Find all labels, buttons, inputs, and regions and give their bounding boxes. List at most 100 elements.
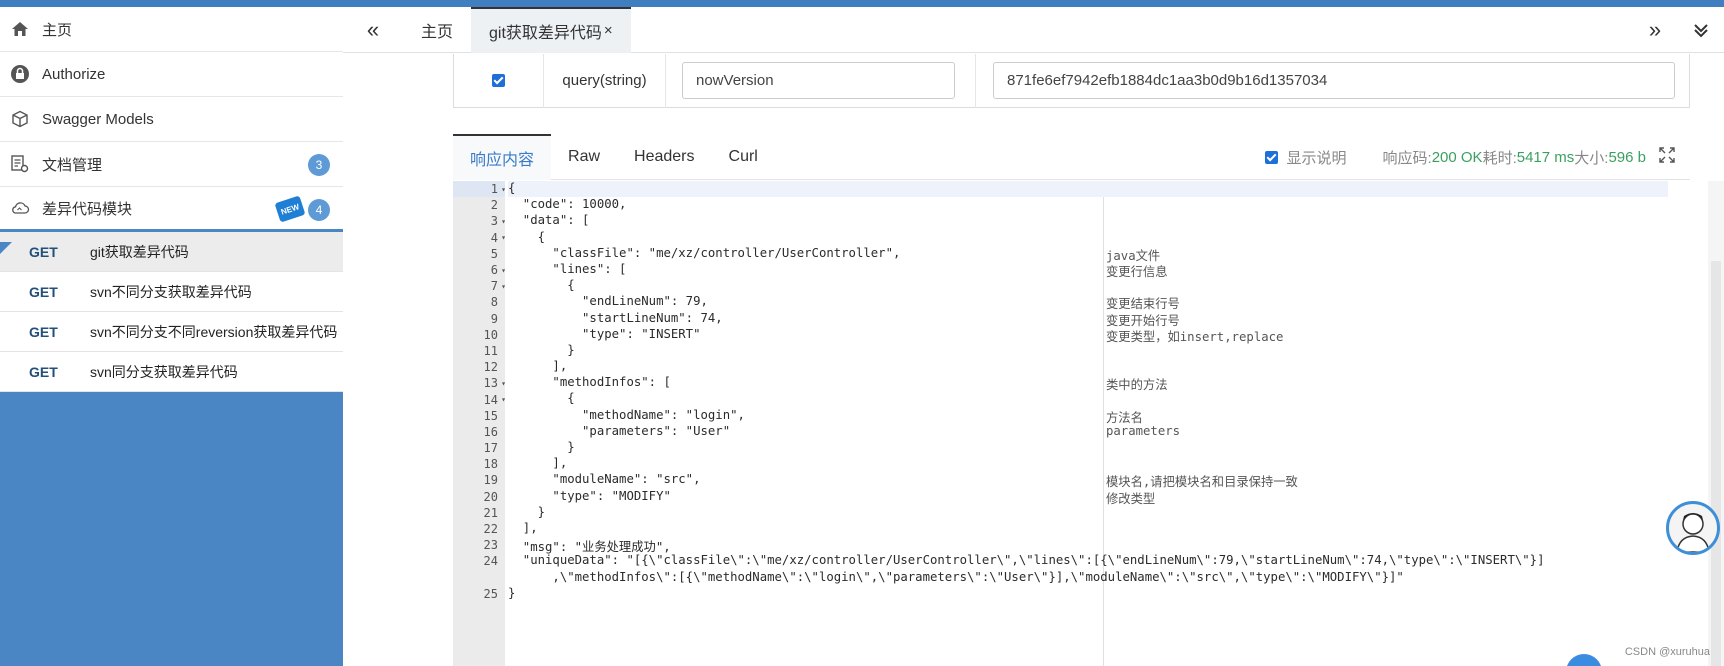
editor-scrollbar[interactable] <box>1708 181 1724 666</box>
line-number-gutter: 1234567891011121314151617181920212223242… <box>453 181 506 666</box>
response-info: 显示说明 响应码: 200 OK 耗时: 5417 ms 大小: 596 b <box>1264 134 1677 180</box>
code-line: "code": 10000, <box>508 197 1668 213</box>
tab-curl[interactable]: Curl <box>712 134 775 180</box>
endpoint-path: svn不同分支获取差异代码 <box>90 283 252 300</box>
code-text: } <box>508 504 546 519</box>
double-chevron-down-icon <box>1694 24 1708 38</box>
count-badge: 3 <box>308 154 330 176</box>
param-value-cell: 871fe6ef7942efb1884dc1aa3b0d9b16d1357034 <box>976 54 1689 108</box>
status-code-value: 200 OK <box>1431 148 1483 166</box>
code-line: "parameters": "User" parameters <box>508 424 1668 440</box>
code-line: "methodName": "login", 方法名 <box>508 407 1668 425</box>
tab-scroll-left-button[interactable]: « <box>343 7 403 53</box>
line-number: 20 <box>483 489 498 504</box>
tab-label: git获取差异代码 <box>489 24 602 42</box>
code-text: ], <box>508 520 538 535</box>
watermark: CSDN @xuruhua <box>1624 646 1710 658</box>
line-number: 19 <box>483 473 498 488</box>
scrollbar-thumb[interactable] <box>1711 261 1721 666</box>
line-number: 10 <box>483 327 498 342</box>
line-number: 25 <box>483 586 498 601</box>
endpoint-path: git获取差异代码 <box>90 243 189 260</box>
code-text: "parameters": "User" <box>508 423 731 438</box>
code-line: { <box>508 181 1668 198</box>
response-code-editor[interactable]: 1234567891011121314151617181920212223242… <box>453 181 1690 666</box>
code-text: "moduleName": "src", <box>508 472 701 487</box>
tab-scroll-right-button[interactable]: » <box>1632 7 1678 53</box>
endpoint-item-svn-reversion[interactable]: GET svn不同分支不同reversion获取差异代码 <box>0 312 343 352</box>
sidebar-item-diff-module[interactable]: 差异代码模块 NEW 4 <box>0 187 343 232</box>
sidebar-item-home[interactable]: 主页 <box>0 7 343 52</box>
tab-headers[interactable]: Headers <box>617 134 711 180</box>
param-value-input[interactable]: 871fe6ef7942efb1884dc1aa3b0d9b16d1357034 <box>993 62 1675 99</box>
sidebar-item-swagger-models[interactable]: Swagger Models <box>0 97 343 142</box>
code-text: ], <box>508 456 568 471</box>
code-text: "msg": "业务处理成功", <box>508 540 671 555</box>
http-method: GET <box>29 243 58 260</box>
sidebar: 主页 Authorize Swagger Models 文档管理 3 差异代码模… <box>0 7 343 666</box>
line-number: 9 <box>490 311 498 326</box>
tab-response-content[interactable]: 响应内容 <box>453 133 552 180</box>
sidebar-item-label: 主页 <box>42 21 73 39</box>
count-badge: 4 <box>308 199 330 221</box>
line-number: 14 <box>453 391 506 407</box>
sidebar-menu: 主页 Authorize Swagger Models 文档管理 3 差异代码模… <box>0 7 343 392</box>
code-text: } <box>508 585 516 600</box>
size-label: 大小: <box>1574 149 1609 167</box>
code-text: ,\"methodInfos\":[{\"methodName\":\"logi… <box>508 569 1404 584</box>
code-text: "uniqueData": "[{\"classFile\":\"me/xz/c… <box>508 553 1545 568</box>
line-number: 4 <box>453 230 506 246</box>
sidebar-item-label: Swagger Models <box>42 110 154 128</box>
code-line: "classFile": "me/xz/controller/UserContr… <box>508 245 1668 263</box>
tab-label: 主页 <box>421 23 454 41</box>
home-icon <box>2 20 38 38</box>
sidebar-item-docs[interactable]: 文档管理 3 <box>0 142 343 187</box>
code-line: { <box>508 230 1668 246</box>
param-row: query(string) nowVersion 871fe6ef7942efb… <box>453 53 1690 108</box>
size-value: 596 b <box>1608 148 1646 166</box>
avatar[interactable] <box>1666 501 1720 555</box>
fullscreen-icon[interactable] <box>1658 146 1676 168</box>
tab-menu-button[interactable] <box>1678 7 1724 53</box>
close-icon[interactable]: × <box>604 22 613 39</box>
endpoint-path: svn同分支获取差异代码 <box>90 363 238 380</box>
code-text: { <box>508 391 575 406</box>
tab-git-diff[interactable]: git获取差异代码 × <box>471 6 631 53</box>
code-line: } <box>508 505 1668 521</box>
code-line: "lines": [变更行信息 <box>508 261 1668 279</box>
line-number: 11 <box>483 343 498 358</box>
tab-home[interactable]: 主页 <box>403 7 471 53</box>
param-name-input[interactable]: nowVersion <box>682 62 955 99</box>
code-text: "lines": [ <box>508 261 627 276</box>
line-number: 16 <box>483 424 498 439</box>
code-text: ], <box>508 359 568 374</box>
endpoint-item-svn-branches[interactable]: GET svn不同分支获取差异代码 <box>0 272 343 312</box>
code-text: "methodName": "login", <box>508 407 745 422</box>
sidebar-item-authorize[interactable]: Authorize <box>0 52 343 97</box>
code-text: } <box>508 440 575 454</box>
line-number: 17 <box>483 441 498 456</box>
endpoint-item-git[interactable]: GET git获取差异代码 <box>0 232 343 272</box>
code-text: "startLineNum": 74, <box>508 310 723 325</box>
endpoint-item-svn-same-branch[interactable]: GET svn同分支获取差异代码 <box>0 352 343 392</box>
code-line: ], <box>508 521 1668 537</box>
code-text: "classFile": "me/xz/controller/UserContr… <box>508 245 901 260</box>
code-line: "uniqueData": "[{\"classFile\":\"me/xz/c… <box>508 553 1668 569</box>
code-text: { <box>508 278 575 293</box>
sidebar-item-label: 文档管理 <box>42 156 103 174</box>
line-number: 24 <box>483 554 498 569</box>
http-method: GET <box>29 283 58 300</box>
tab-raw[interactable]: Raw <box>551 134 617 180</box>
code-text: } <box>508 342 575 357</box>
http-method: GET <box>29 323 58 340</box>
cube-icon <box>2 110 38 128</box>
line-number: 2 <box>490 198 498 213</box>
param-enabled-checkbox[interactable] <box>492 74 505 87</box>
show-description-label: 显示说明 <box>1286 149 1347 167</box>
code-line: } <box>508 586 1668 602</box>
line-number: 3 <box>453 213 506 229</box>
field-description: parameters <box>1106 423 1181 438</box>
show-description-checkbox[interactable] <box>1264 150 1278 164</box>
time-value: 5417 ms <box>1516 148 1575 166</box>
code-lines: { "code": 10000, "data": [ { "classFile"… <box>508 181 1668 602</box>
